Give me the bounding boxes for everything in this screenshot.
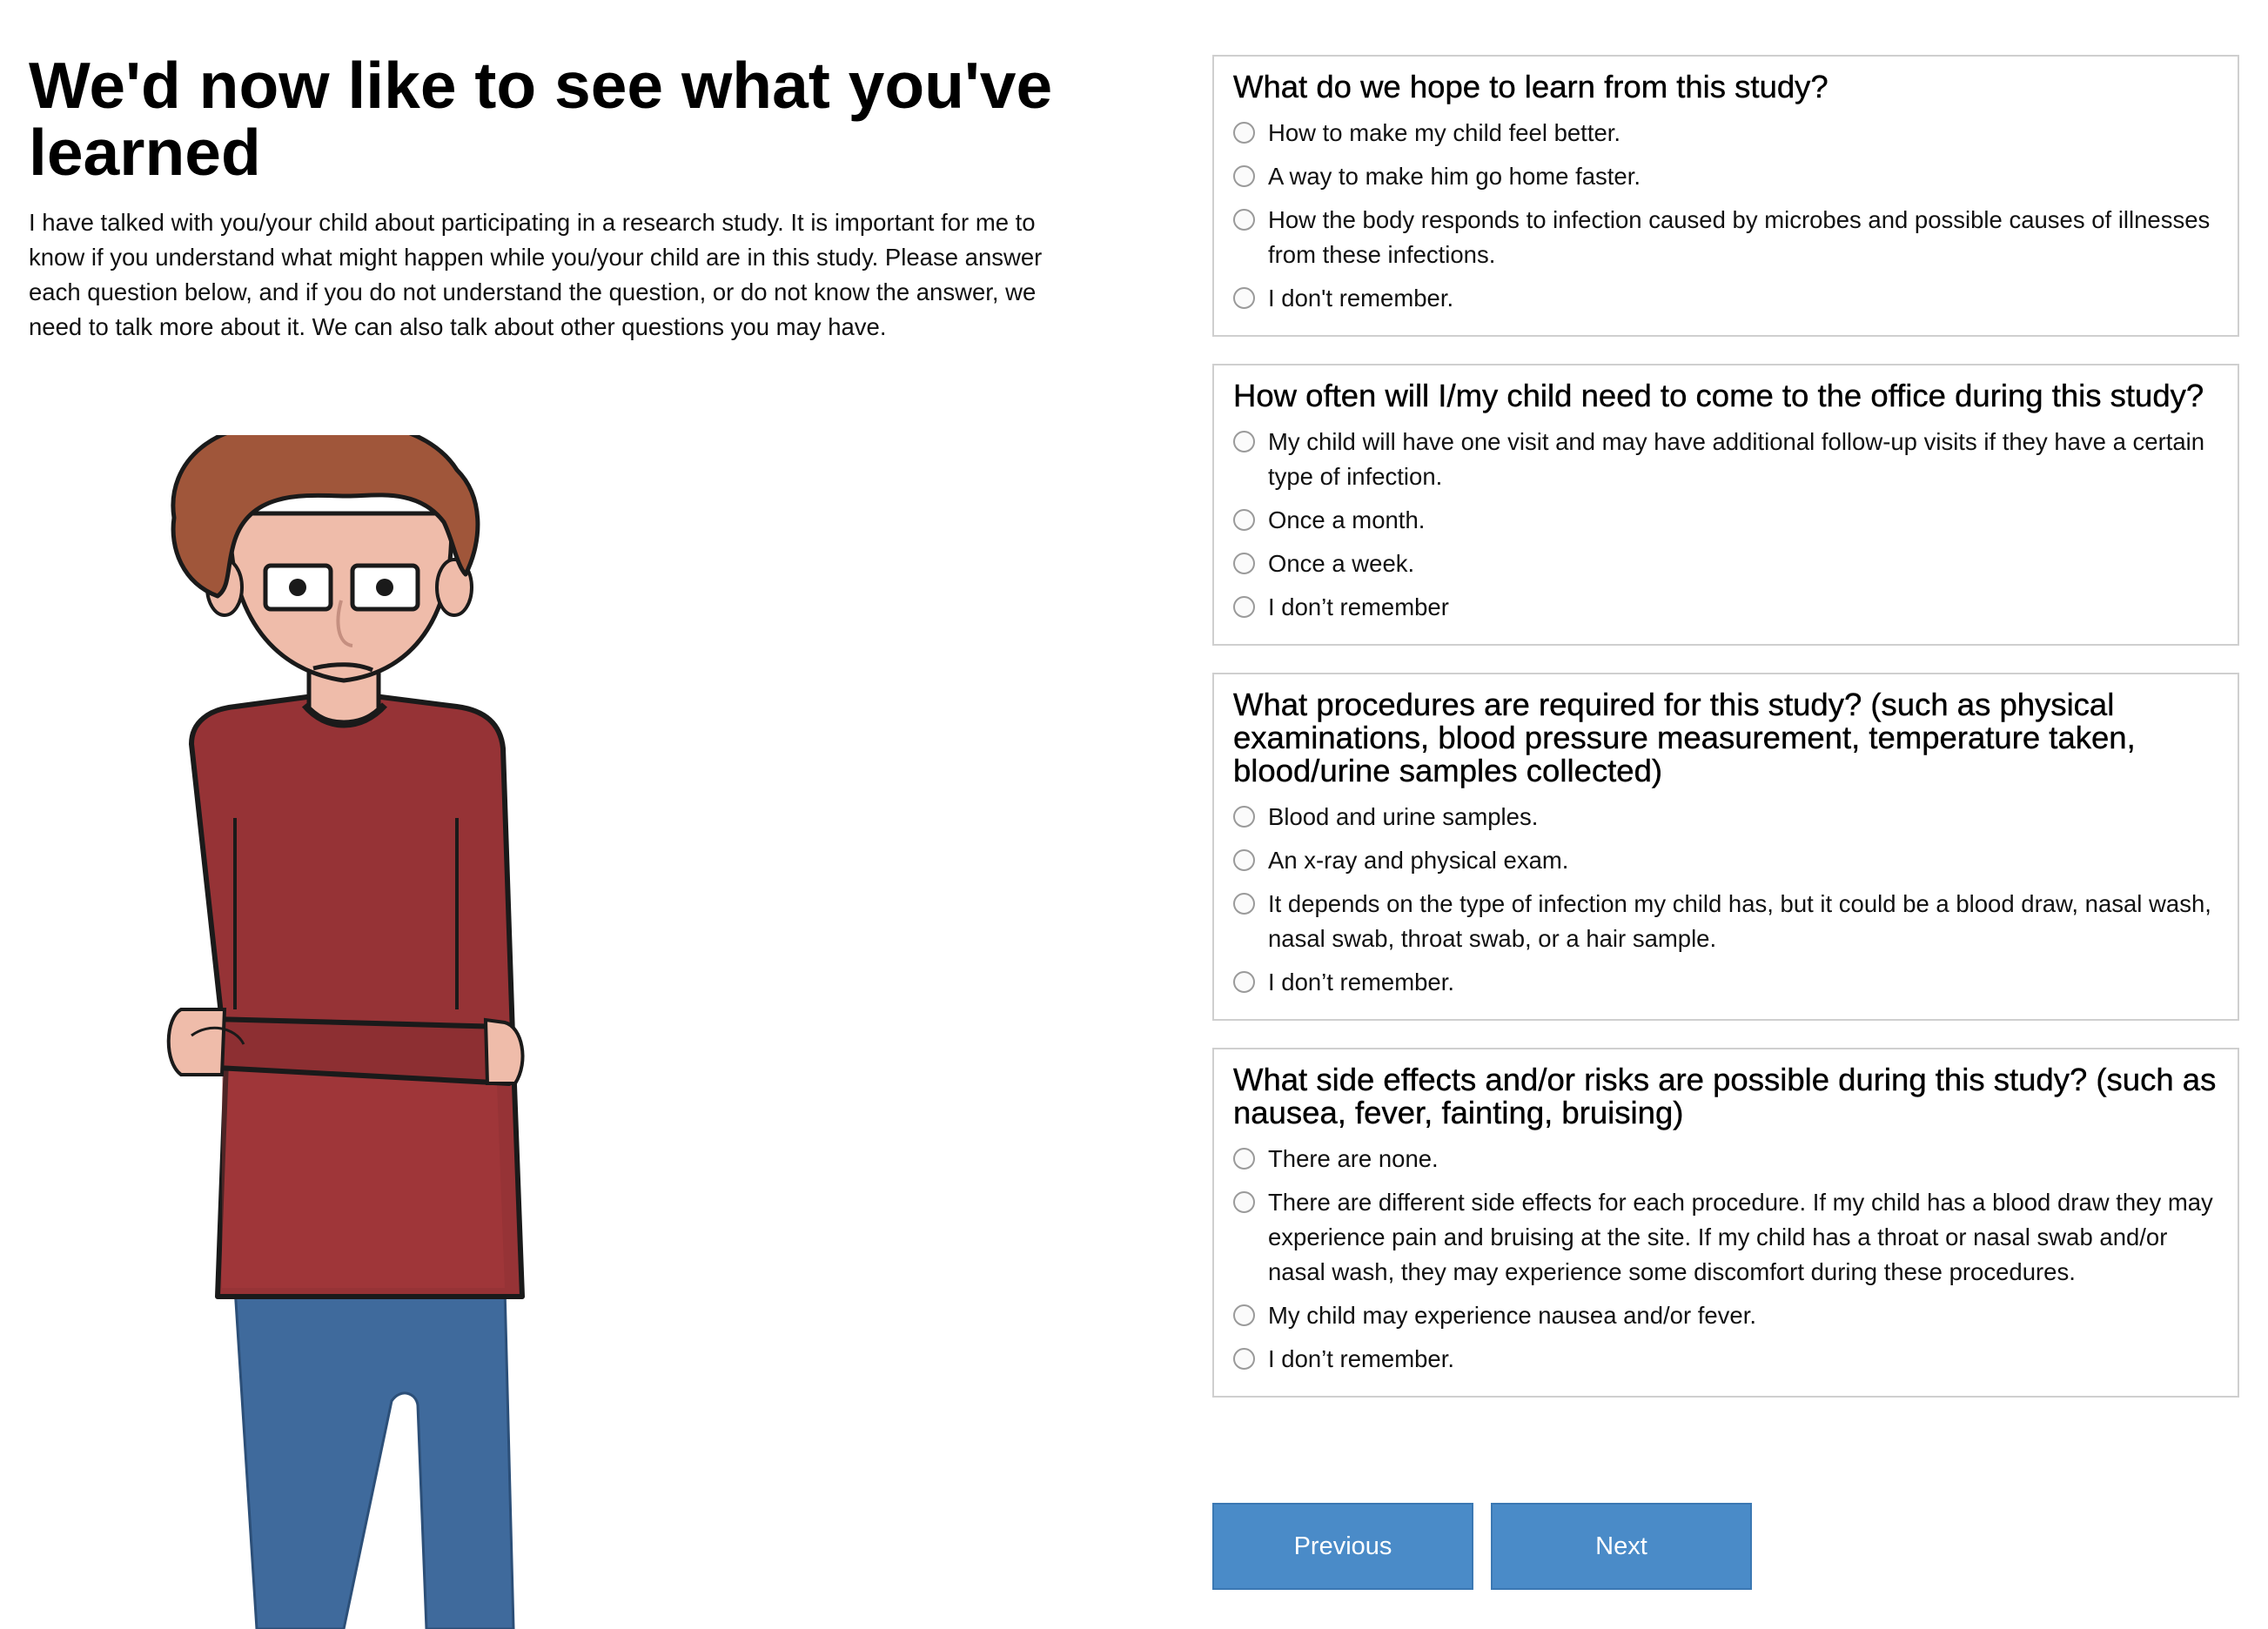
answer-option[interactable]: It depends on the type of infection my c… xyxy=(1233,887,2218,956)
shirt xyxy=(189,694,525,1299)
option-label: Blood and urine samples. xyxy=(1268,803,1539,830)
radio-button[interactable] xyxy=(1233,1191,1255,1213)
answer-option[interactable]: I don’t remember. xyxy=(1233,965,2218,1000)
answer-option[interactable]: Once a month. xyxy=(1233,503,2218,538)
option-label: Once a month. xyxy=(1268,506,1426,533)
answer-option[interactable]: How to make my child feel better. xyxy=(1233,116,2218,151)
radio-button[interactable] xyxy=(1233,971,1255,993)
intro-section: We'd now like to see what you've learned… xyxy=(29,52,1073,345)
navigation-buttons: Previous Next xyxy=(1212,1503,1752,1590)
radio-button[interactable] xyxy=(1233,1304,1255,1326)
radio-button[interactable] xyxy=(1233,806,1255,828)
radio-button[interactable] xyxy=(1233,431,1255,452)
answer-option[interactable]: There are different side effects for eac… xyxy=(1233,1185,2218,1290)
option-label: Once a week. xyxy=(1268,550,1415,577)
answer-option[interactable]: I don’t remember. xyxy=(1233,1342,2218,1377)
head xyxy=(171,435,480,683)
option-label: A way to make him go home faster. xyxy=(1268,163,1641,190)
radio-button[interactable] xyxy=(1233,893,1255,915)
question-card-4: What side effects and/or risks are possi… xyxy=(1212,1048,2239,1398)
question-card-3: What procedures are required for this st… xyxy=(1212,673,2239,1021)
next-button[interactable]: Next xyxy=(1491,1503,1752,1590)
option-label: I don’t remember xyxy=(1268,593,1449,620)
option-label: I don’t remember. xyxy=(1268,1345,1454,1372)
option-label: I don’t remember. xyxy=(1268,969,1454,996)
option-label: There are none. xyxy=(1268,1145,1439,1172)
radio-button[interactable] xyxy=(1233,1348,1255,1370)
answer-option[interactable]: There are none. xyxy=(1233,1142,2218,1176)
radio-button[interactable] xyxy=(1233,849,1255,871)
answer-option[interactable]: How the body responds to infection cause… xyxy=(1233,203,2218,272)
option-label: There are different side effects for eac… xyxy=(1268,1189,2213,1285)
question-title: How often will I/my child need to come t… xyxy=(1233,378,2204,413)
page-title: We'd now like to see what you've learned xyxy=(29,49,1053,189)
previous-button[interactable]: Previous xyxy=(1212,1503,1473,1590)
radio-button[interactable] xyxy=(1233,122,1255,144)
answer-option[interactable]: My child may experience nausea and/or fe… xyxy=(1233,1298,2218,1333)
option-label: How the body responds to infection cause… xyxy=(1268,206,2211,268)
answer-option[interactable]: I don't remember. xyxy=(1233,281,2218,316)
radio-button[interactable] xyxy=(1233,287,1255,309)
question-card-2: How often will I/my child need to come t… xyxy=(1212,364,2239,646)
cartoon-person-illustration xyxy=(166,435,525,1629)
answer-option[interactable]: An x-ray and physical exam. xyxy=(1233,843,2218,878)
intro-text: I have talked with you/your child about … xyxy=(29,209,1043,340)
question-title: What do we hope to learn from this study… xyxy=(1233,69,1828,104)
option-label: An x-ray and physical exam. xyxy=(1268,847,1569,874)
radio-button[interactable] xyxy=(1233,553,1255,574)
option-label: How to make my child feel better. xyxy=(1268,119,1621,146)
radio-button[interactable] xyxy=(1233,165,1255,187)
option-label: It depends on the type of infection my c… xyxy=(1268,890,2211,952)
pants xyxy=(233,1286,515,1629)
question-title: What side effects and/or risks are possi… xyxy=(1233,1062,2217,1130)
answer-option[interactable]: Once a week. xyxy=(1233,546,2218,581)
radio-button[interactable] xyxy=(1233,509,1255,531)
question-card-1: What do we hope to learn from this study… xyxy=(1212,55,2239,337)
radio-button[interactable] xyxy=(1233,596,1255,618)
question-title: What procedures are required for this st… xyxy=(1233,687,2136,788)
option-label: My child may experience nausea and/or fe… xyxy=(1268,1302,1756,1329)
answer-option[interactable]: My child will have one visit and may hav… xyxy=(1233,425,2218,494)
answer-option[interactable]: I don’t remember xyxy=(1233,590,2218,625)
radio-button[interactable] xyxy=(1233,209,1255,231)
answer-option[interactable]: A way to make him go home faster. xyxy=(1233,159,2218,194)
option-label: My child will have one visit and may hav… xyxy=(1268,428,2205,490)
radio-button[interactable] xyxy=(1233,1148,1255,1170)
option-label: I don't remember. xyxy=(1268,285,1454,312)
answer-option[interactable]: Blood and urine samples. xyxy=(1233,800,2218,835)
questions-panel: What do we hope to learn from this study… xyxy=(1212,55,2239,1425)
